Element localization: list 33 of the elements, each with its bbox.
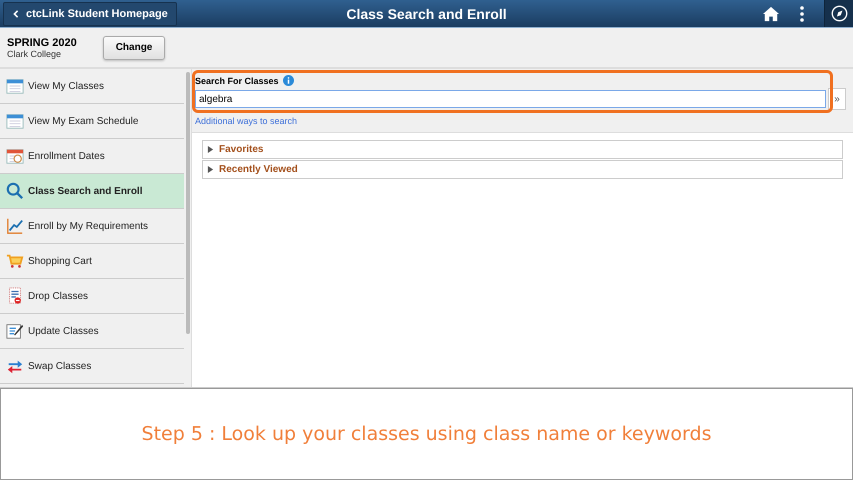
term-name: SPRING 2020 (7, 36, 77, 48)
sidebar-item[interactable]: Class Search and Enroll (0, 174, 184, 209)
sidebar-item[interactable]: Drop Classes (0, 279, 184, 314)
page-title: Class Search and Enroll (346, 6, 507, 22)
home-icon[interactable] (762, 6, 780, 22)
edit-document-icon (6, 322, 24, 340)
search-icon (6, 182, 24, 200)
more-menu-icon[interactable] (800, 6, 804, 22)
change-button[interactable]: Change (102, 36, 166, 60)
collapsible-section[interactable]: Favorites (202, 140, 843, 159)
sidebar-item[interactable]: Shopping Cart (0, 244, 184, 279)
info-icon[interactable] (282, 75, 294, 86)
sidebar-item[interactable]: Swap Classes (0, 349, 184, 384)
search-field[interactable]: algebra (195, 90, 826, 108)
additional-search-link[interactable]: Additional ways to search (195, 116, 298, 126)
collapsible-section[interactable]: Recently Viewed (202, 160, 843, 179)
compass-icon[interactable] (830, 5, 848, 22)
calendar-icon (6, 112, 24, 130)
calendar-clock-icon (6, 147, 24, 165)
document-minus-icon (6, 287, 24, 305)
sidebar-item[interactable]: View My Exam Schedule (0, 104, 184, 139)
caption-text: Step 5 : Look up your classes using class name or keywords (142, 423, 712, 445)
sidebar-item[interactable]: Enroll by My Requirements (0, 209, 184, 244)
sidebar-item[interactable]: Update Classes (0, 314, 184, 349)
back-button[interactable]: ctcLink Student Homepage (3, 2, 177, 26)
calendar-icon (6, 77, 24, 95)
scrollbar[interactable] (186, 72, 190, 334)
search-label: Search For Classes (195, 76, 279, 86)
sidebar-item[interactable]: View My Classes (0, 69, 184, 104)
institution-name: Clark College (7, 48, 62, 58)
line-chart-icon (6, 217, 24, 235)
chevron-left-icon (12, 10, 20, 18)
cart-icon (6, 252, 24, 270)
